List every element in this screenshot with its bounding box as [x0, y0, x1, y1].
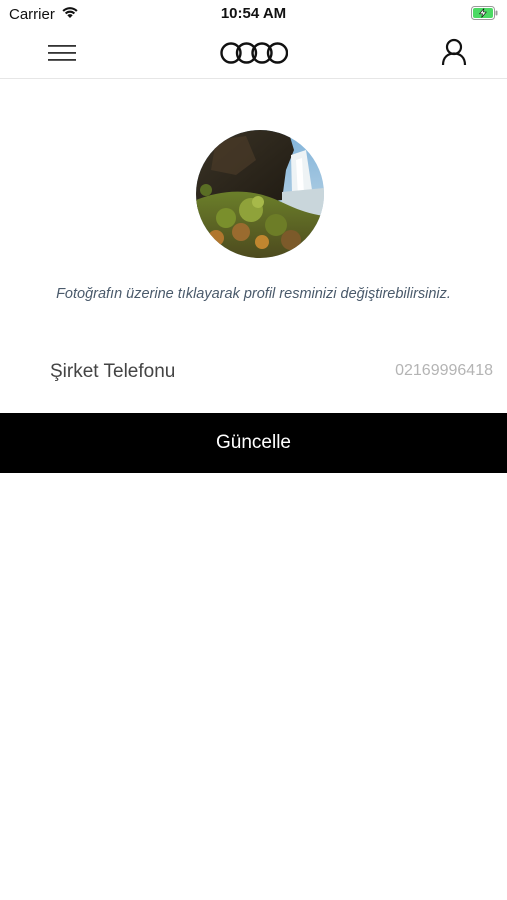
four-rings-logo: [220, 40, 289, 66]
company-phone-label: Şirket Telefonu: [50, 361, 176, 382]
navigation-bar: [0, 28, 507, 79]
user-icon[interactable]: [440, 37, 468, 67]
status-time: 10:54 AM: [220, 5, 287, 22]
battery-charging-icon: [471, 6, 498, 20]
profile-photo-hint: Fotoğrafın üzerine tıklayarak profil res…: [56, 286, 451, 302]
company-phone-row: Şirket Telefonu: [0, 354, 507, 394]
profile-photo[interactable]: [196, 130, 324, 258]
company-phone-field[interactable]: [293, 362, 493, 380]
waterfall-landscape-image: [196, 130, 324, 258]
profile-screen: Carrier 10:54 AM Fotoğrafın üzerine tıkl…: [0, 0, 507, 900]
status-bar: Carrier 10:54 AM: [0, 0, 507, 28]
hamburger-menu-icon[interactable]: [47, 42, 77, 64]
update-button[interactable]: Güncelle: [0, 413, 507, 473]
